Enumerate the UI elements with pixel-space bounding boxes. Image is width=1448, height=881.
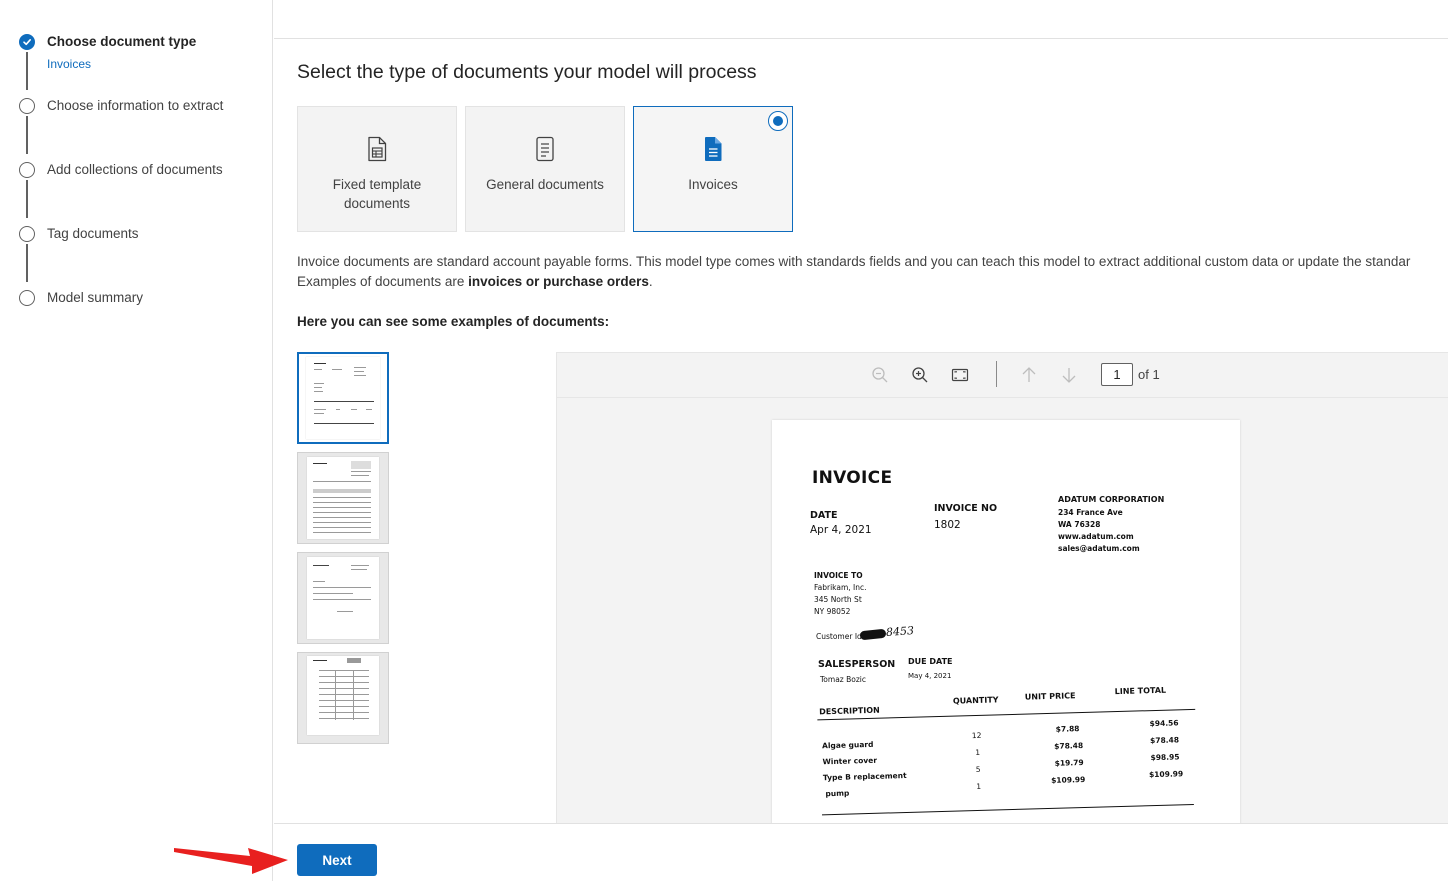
column-header: DESCRIPTION: [819, 705, 880, 717]
row-qty: 1: [975, 747, 981, 758]
example-thumbnail-2[interactable]: [297, 452, 389, 544]
line-items-table: DESCRIPTION QUANTITY UNIT PRICE LINE TOT…: [763, 414, 1243, 823]
step-circle-icon: [19, 226, 35, 242]
document-type-description: Invoice documents are standard account p…: [297, 252, 1448, 292]
row-qty: 1: [976, 781, 982, 792]
next-button[interactable]: Next: [297, 844, 377, 876]
description-text: .: [648, 274, 653, 289]
example-thumbnail-1[interactable]: [297, 352, 389, 444]
step-model-summary[interactable]: Model summary: [19, 289, 143, 307]
page-count: of 1: [1138, 367, 1160, 382]
description-text: Examples of documents are: [297, 274, 469, 289]
row-description: Winter cover: [822, 755, 878, 767]
example-thumbnail-3[interactable]: [297, 552, 389, 644]
tile-label: Fixed template documents: [332, 177, 422, 211]
invoice-page: INVOICE DATE Apr 4, 2021 INVOICE NO 1802…: [772, 420, 1240, 823]
step-choose-document-type[interactable]: Choose document type Invoices: [19, 33, 196, 72]
column-header: LINE TOTAL: [1114, 685, 1167, 697]
arrow-down-icon[interactable]: [1059, 365, 1079, 385]
step-add-collections[interactable]: Add collections of documents: [19, 161, 223, 179]
zoom-out-icon[interactable]: [870, 365, 890, 385]
row-line-total: $78.48: [1149, 735, 1180, 746]
row-unit-price: $78.48: [1054, 741, 1084, 751]
fit-page-icon[interactable]: [950, 365, 970, 385]
row-description: Algae guard: [821, 739, 874, 751]
tile-general-documents[interactable]: General documents: [465, 106, 625, 232]
wizard-stepper: Choose document type Invoices Choose inf…: [0, 0, 273, 881]
document-viewer: 1 of 1 INVOICE DATE Apr 4, 2021 INVOICE …: [556, 352, 1448, 823]
example-thumbnail-4[interactable]: [297, 652, 389, 744]
invoice-document-icon: [701, 135, 725, 163]
step-circle-icon: [19, 290, 35, 306]
main-content: Select the type of documents your model …: [297, 39, 1448, 823]
row-unit-price: $109.99: [1051, 774, 1086, 785]
step-connector: [26, 244, 28, 282]
row-line-total: $98.95: [1150, 752, 1180, 763]
viewer-toolbar: 1 of 1: [557, 353, 1448, 398]
toolbar-divider: [996, 361, 997, 387]
step-label: Model summary: [47, 290, 144, 305]
text-document-icon: [533, 135, 557, 163]
description-line: Invoice documents are standard account p…: [297, 254, 1411, 269]
example-thumbnails: [297, 352, 389, 752]
checkmark-icon: [19, 34, 35, 50]
step-connector: [26, 180, 28, 218]
page-title: Select the type of documents your model …: [297, 61, 757, 83]
top-bar: [274, 0, 1448, 39]
step-label: Choose information to extract: [47, 98, 224, 113]
row-line-total: $109.99: [1148, 769, 1184, 780]
row-description: pump: [825, 788, 850, 799]
step-label: Add collections of documents: [47, 162, 223, 177]
description-line: Examples of documents are invoices or pu…: [297, 272, 1448, 292]
form-document-icon: [365, 135, 389, 163]
step-tag-documents[interactable]: Tag documents: [19, 225, 139, 243]
footer-bar: [274, 823, 1448, 881]
row-unit-price: $7.88: [1055, 724, 1080, 734]
column-header: UNIT PRICE: [1024, 691, 1076, 702]
step-connector: [26, 116, 28, 154]
row-qty: 12: [971, 730, 982, 741]
tile-fixed-template[interactable]: Fixed template documents: [297, 106, 457, 232]
selected-radio[interactable]: [768, 111, 788, 131]
annotation-arrow-icon: [174, 848, 288, 874]
description-emphasis: invoices or purchase orders: [468, 274, 649, 289]
document-type-tiles: Fixed template documents General documen…: [297, 106, 801, 232]
tile-label: General documents: [486, 177, 604, 192]
step-circle-icon: [19, 98, 35, 114]
page-number-input[interactable]: 1: [1101, 363, 1133, 386]
step-circle-icon: [19, 162, 35, 178]
step-sublabel: Invoices: [47, 57, 92, 71]
tile-label: Invoices: [688, 177, 738, 192]
step-choose-information[interactable]: Choose information to extract: [19, 97, 223, 115]
row-unit-price: $19.79: [1054, 758, 1084, 768]
step-label: Tag documents: [47, 226, 139, 241]
examples-heading: Here you can see some examples of docume…: [297, 314, 610, 329]
column-header: QUANTITY: [952, 695, 999, 706]
tile-invoices[interactable]: Invoices: [633, 106, 793, 232]
row-description: Type B replacement: [822, 770, 907, 783]
step-label: Choose document type: [47, 34, 197, 49]
row-line-total: $94.56: [1149, 718, 1179, 729]
arrow-up-icon[interactable]: [1019, 365, 1039, 385]
row-qty: 5: [975, 764, 981, 775]
table-rule: [822, 803, 1194, 816]
zoom-in-icon[interactable]: [910, 365, 930, 385]
